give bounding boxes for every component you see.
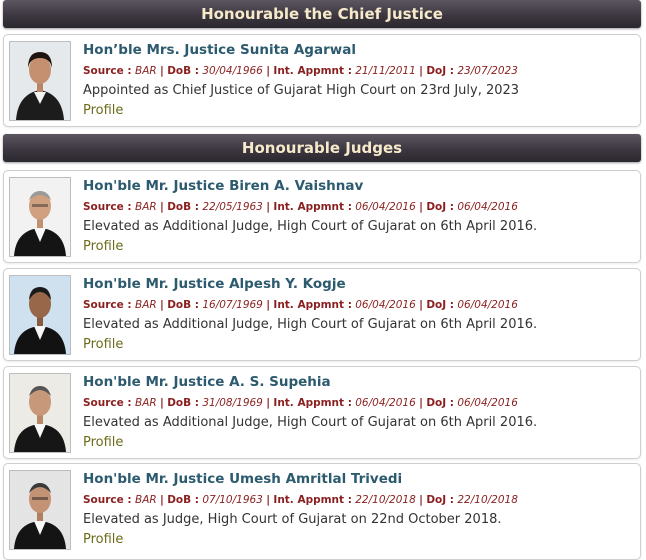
- judge-card: Hon'ble Mr. Justice Biren A. Vaishnav So…: [3, 170, 641, 263]
- judge-card: Hon'ble Mr. Justice Alpesh Y. Kogje Sour…: [3, 268, 641, 361]
- judge-name: Hon’ble Mrs. Justice Sunita Agarwal: [83, 42, 356, 58]
- judge-name: Hon'ble Mr. Justice Umesh Amritlal Trive…: [83, 471, 403, 487]
- judges-header: Honourable Judges: [3, 134, 641, 162]
- profile-link[interactable]: Profile: [83, 531, 123, 548]
- judge-card: Hon'ble Mr. Justice Umesh Amritlal Trive…: [3, 463, 641, 560]
- profile-link[interactable]: Profile: [83, 336, 123, 353]
- judge-photo: [9, 373, 71, 453]
- judge-meta: Source : BAR | DoB : 16/07/1969 | Int. A…: [83, 299, 518, 311]
- judge-description: Elevated as Additional Judge, High Court…: [83, 317, 538, 332]
- judge-name: Hon'ble Mr. Justice Biren A. Vaishnav: [83, 178, 364, 194]
- judge-name: Hon'ble Mr. Justice A. S. Supehia: [83, 374, 331, 390]
- chief-justice-header: Honourable the Chief Justice: [3, 0, 641, 28]
- judge-card: Hon'ble Mr. Justice A. S. Supehia Source…: [3, 366, 641, 459]
- judge-photo: [9, 41, 71, 121]
- judge-name: Hon'ble Mr. Justice Alpesh Y. Kogje: [83, 276, 346, 292]
- judge-photo: [9, 470, 71, 550]
- judge-meta: Source : BAR | DoB : 22/05/1963 | Int. A…: [83, 201, 518, 213]
- judge-description: Appointed as Chief Justice of Gujarat Hi…: [83, 83, 520, 98]
- profile-link[interactable]: Profile: [83, 434, 123, 451]
- judge-description: Elevated as Additional Judge, High Court…: [83, 415, 538, 430]
- judge-description: Elevated as Additional Judge, High Court…: [83, 219, 538, 234]
- judge-photo: [9, 275, 71, 355]
- judge-meta: Source : BAR | DoB : 31/08/1969 | Int. A…: [83, 397, 518, 409]
- judge-photo: [9, 177, 71, 257]
- judge-description: Elevated as Judge, High Court of Gujarat…: [83, 512, 502, 527]
- profile-link[interactable]: Profile: [83, 238, 123, 255]
- judge-meta: Source : BAR | DoB : 07/10/1963 | Int. A…: [83, 494, 518, 506]
- profile-link[interactable]: Profile: [83, 102, 123, 119]
- judge-card-chief: Hon’ble Mrs. Justice Sunita Agarwal Sour…: [3, 34, 641, 127]
- judge-meta: Source : BAR | DoB : 30/04/1966 | Int. A…: [83, 65, 518, 77]
